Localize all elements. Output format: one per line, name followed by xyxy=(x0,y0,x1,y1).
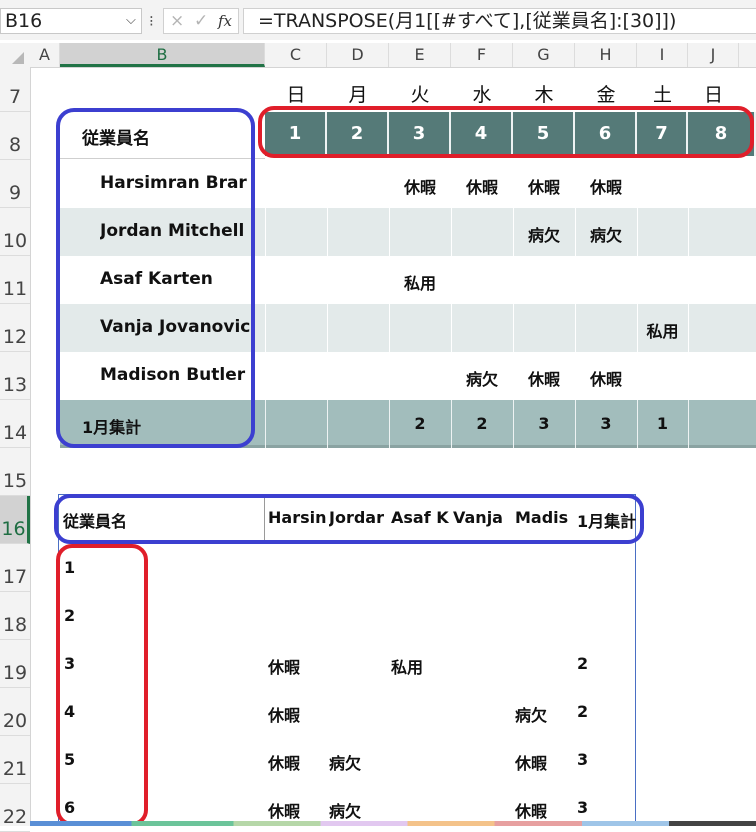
transposed-value-cell[interactable]: 3 xyxy=(577,798,637,820)
leave-mark-cell[interactable]: 休暇 xyxy=(513,366,575,389)
transposed-value-cell[interactable]: 休暇 xyxy=(268,702,328,725)
leave-mark-cell[interactable]: 休暇 xyxy=(389,174,451,197)
total-value-cell[interactable]: 3 xyxy=(513,414,575,436)
cell-divider xyxy=(327,208,328,256)
row-header-12[interactable]: 12 xyxy=(0,304,30,352)
transposed-value-cell[interactable]: 休暇 xyxy=(515,798,575,821)
row-header-15[interactable]: 15 xyxy=(0,448,30,496)
row-header-16[interactable]: 16 xyxy=(0,496,30,544)
transposed-value-cell[interactable]: 病欠 xyxy=(329,798,389,821)
total-value-cell[interactable]: 1 xyxy=(637,414,688,436)
formula-buttons: × ✓ fx xyxy=(163,8,239,34)
name-box[interactable]: B16 xyxy=(0,8,142,34)
transposed-value-cell[interactable]: 病欠 xyxy=(329,750,389,773)
row-header-18[interactable]: 18 xyxy=(0,592,30,640)
cell-divider xyxy=(451,208,452,256)
transposed-value-cell[interactable]: 休暇 xyxy=(515,750,575,773)
annotation-red-transposed-days xyxy=(56,544,148,826)
weekday-label: 金 xyxy=(596,84,616,106)
row-header-9[interactable]: 9 xyxy=(0,160,30,208)
cell-divider xyxy=(688,304,689,352)
column-header-e[interactable]: E xyxy=(389,43,451,67)
row-header-17[interactable]: 17 xyxy=(0,544,30,592)
drag-handle-icon[interactable]: ⁝ xyxy=(149,8,154,34)
cell-divider xyxy=(265,304,266,352)
row-header-19[interactable]: 19 xyxy=(0,640,30,688)
row-header-11[interactable]: 11 xyxy=(0,256,30,304)
cell-divider xyxy=(688,208,689,256)
transposed-value-cell[interactable]: 病欠 xyxy=(515,702,575,725)
row-header-10[interactable]: 10 xyxy=(0,208,30,256)
annotation-blue-transposed-header xyxy=(54,494,644,544)
cell-divider xyxy=(575,304,576,352)
cell-divider xyxy=(265,400,266,448)
leave-mark-cell[interactable]: 休暇 xyxy=(451,174,513,197)
row-header-7[interactable]: 7 xyxy=(0,67,30,112)
total-value-cell[interactable]: 2 xyxy=(389,414,451,436)
weekday-label: 土 xyxy=(652,84,672,106)
column-header-g[interactable]: G xyxy=(513,43,575,67)
sheet-tab-strip[interactable] xyxy=(30,821,756,826)
weekday-label: 日 xyxy=(703,84,723,106)
leave-mark-cell[interactable]: 病欠 xyxy=(575,222,637,245)
leave-mark-cell[interactable]: 病欠 xyxy=(451,366,513,389)
transposed-value-cell[interactable]: 休暇 xyxy=(268,798,328,821)
cell-divider xyxy=(513,304,514,352)
weekday-label: 日 xyxy=(286,84,306,106)
cell-divider xyxy=(327,304,328,352)
annotation-red-day-row xyxy=(258,106,754,158)
formula-input[interactable]: =TRANSPOSE(月1[[#すべて],[従業員名]:[30]]) xyxy=(243,8,756,34)
transposed-value-cell[interactable]: 私用 xyxy=(391,654,451,677)
transposed-value-cell[interactable]: 休暇 xyxy=(268,654,328,677)
cell-divider xyxy=(389,304,390,352)
row-header-21[interactable]: 21 xyxy=(0,736,30,784)
row-header-20[interactable]: 20 xyxy=(0,688,30,736)
row-header-22[interactable]: 22 xyxy=(0,784,30,832)
column-header-a[interactable]: A xyxy=(30,43,60,67)
leave-mark-cell[interactable]: 病欠 xyxy=(513,222,575,245)
cancel-icon[interactable]: × xyxy=(170,9,184,33)
leave-mark-cell[interactable]: 休暇 xyxy=(513,174,575,197)
name-box-value: B16 xyxy=(5,10,43,32)
column-header-d[interactable]: D xyxy=(327,43,389,67)
cell-divider xyxy=(688,400,689,448)
leave-mark-cell[interactable]: 休暇 xyxy=(575,366,637,389)
row-header-13[interactable]: 13 xyxy=(0,352,30,400)
column-header-h[interactable]: H xyxy=(575,43,637,67)
annotation-blue-name-column xyxy=(56,108,255,448)
row-header-14[interactable]: 14 xyxy=(0,400,30,448)
insert-function-icon[interactable]: fx xyxy=(218,9,232,33)
leave-mark-cell[interactable]: 私用 xyxy=(637,318,688,341)
chevron-down-icon[interactable]: ⌵ xyxy=(126,8,136,34)
total-value-cell[interactable]: 2 xyxy=(451,414,513,436)
select-all-triangle-icon xyxy=(12,52,24,64)
row-header-8[interactable]: 8 xyxy=(0,112,30,160)
enter-icon[interactable]: ✓ xyxy=(194,9,208,33)
weekday-label: 水 xyxy=(472,84,492,106)
column-header-i[interactable]: I xyxy=(637,43,688,67)
formula-text: =TRANSPOSE(月1[[#すべて],[従業員名]:[30]]) xyxy=(258,10,677,32)
weekday-label: 木 xyxy=(534,84,554,106)
column-header-j[interactable]: J xyxy=(688,43,739,67)
column-header-f[interactable]: F xyxy=(451,43,513,67)
column-header-c[interactable]: C xyxy=(265,43,327,67)
transposed-value-cell[interactable]: 休暇 xyxy=(268,750,328,773)
cell-divider xyxy=(265,208,266,256)
transposed-value-cell[interactable]: 3 xyxy=(577,750,637,772)
total-value-cell[interactable]: 3 xyxy=(575,414,637,436)
leave-mark-cell[interactable]: 私用 xyxy=(389,270,451,293)
leave-mark-cell[interactable]: 休暇 xyxy=(575,174,637,197)
weekday-label: 火 xyxy=(410,84,430,106)
cell-divider xyxy=(327,400,328,448)
cell-divider xyxy=(389,208,390,256)
transposed-value-cell[interactable]: 2 xyxy=(577,702,637,724)
cell-divider xyxy=(637,208,638,256)
column-header-b[interactable]: B xyxy=(60,43,265,67)
transposed-value-cell[interactable]: 2 xyxy=(577,654,637,676)
cell-divider xyxy=(451,304,452,352)
weekday-label: 月 xyxy=(348,84,368,106)
